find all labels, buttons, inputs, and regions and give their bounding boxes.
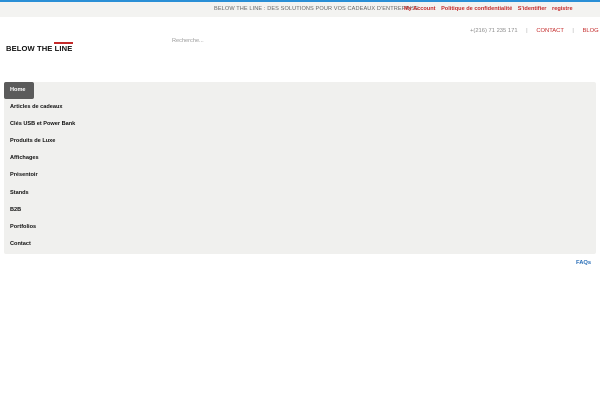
menu-item-portfolios[interactable]: Portfolios: [10, 224, 36, 230]
my-account-link[interactable]: My Account: [404, 6, 436, 12]
header-contacts: +(216) 71 235 171 | CONTACT | BLOG: [470, 28, 599, 34]
top-links: My Account Politique de confidentialité …: [404, 6, 577, 12]
menu-item-stands[interactable]: Stands: [10, 190, 29, 196]
login-link[interactable]: S'identifier: [518, 6, 547, 12]
menu-item-cles-usb[interactable]: Clés USB et Power Bank: [10, 121, 75, 127]
menu-item-home[interactable]: Home: [4, 82, 34, 99]
menu-item-affichages[interactable]: Affichages: [10, 155, 39, 161]
site-logo[interactable]: BELOW THE LINE: [6, 42, 73, 53]
privacy-policy-link[interactable]: Politique de confidentialité: [441, 6, 512, 12]
search-input[interactable]: [172, 36, 342, 46]
blog-link[interactable]: BLOG: [583, 28, 599, 34]
menu-item-produits-de-luxe[interactable]: Produits de Luxe: [10, 138, 55, 144]
logo-text: BELOW THE LINE: [6, 44, 73, 53]
faq-link[interactable]: FAQs: [576, 260, 591, 266]
main-menu: Home Articles de cadeaux Clés USB et Pow…: [4, 82, 596, 254]
separator: |: [572, 28, 574, 34]
menu-item-presentoir[interactable]: Présentoir: [10, 172, 38, 178]
contact-link[interactable]: CONTACT: [536, 28, 563, 34]
logo-accent-bar: [54, 42, 73, 44]
register-link[interactable]: registre: [552, 6, 573, 12]
menu-item-articles-de-cadeaux[interactable]: Articles de cadeaux: [10, 104, 63, 110]
tagline: BELOW THE LINE : DES SOLUTIONS POUR VOS …: [214, 6, 419, 12]
menu-item-b2b[interactable]: B2B: [10, 207, 21, 213]
separator: |: [526, 28, 528, 34]
menu-item-contact[interactable]: Contact: [10, 241, 31, 247]
phone-number: +(216) 71 235 171: [470, 28, 518, 34]
top-bar: BELOW THE LINE : DES SOLUTIONS POUR VOS …: [0, 2, 600, 17]
